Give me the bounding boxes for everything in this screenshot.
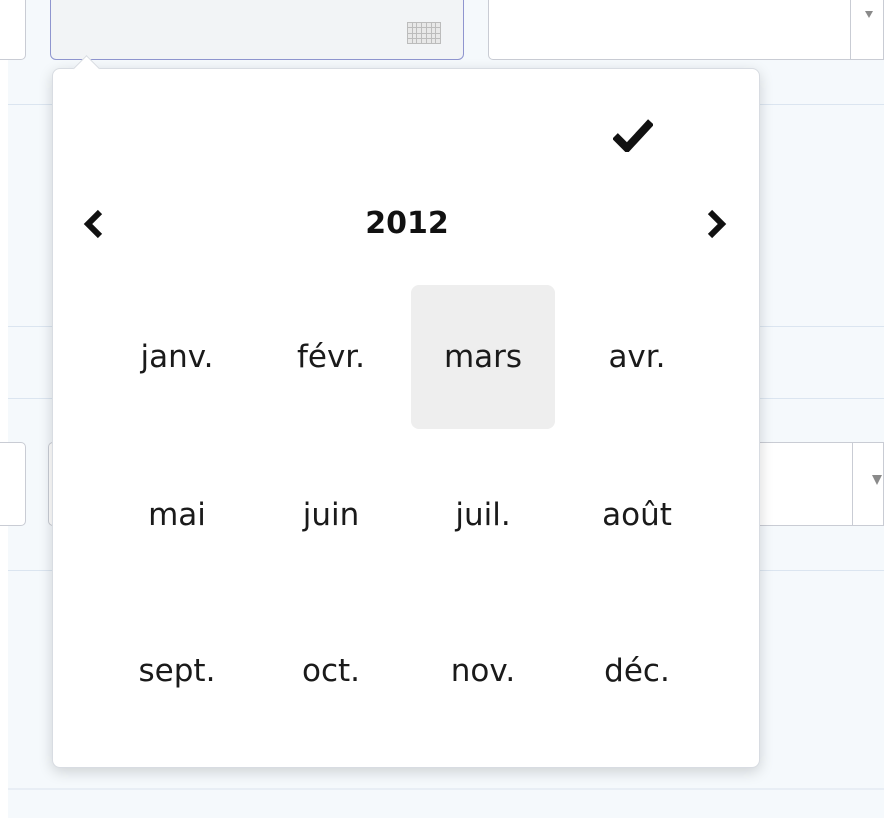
chevron-right-icon <box>707 209 727 239</box>
month-september[interactable]: sept. <box>105 599 249 743</box>
partial-left-field[interactable] <box>0 442 26 526</box>
select-field[interactable] <box>488 0 884 60</box>
date-input[interactable] <box>50 0 464 60</box>
calendar-icon[interactable] <box>407 22 441 44</box>
next-year-button[interactable] <box>697 207 735 241</box>
month-november[interactable]: nov. <box>411 599 555 743</box>
month-october[interactable]: oct. <box>259 599 403 743</box>
month-december[interactable]: déc. <box>565 599 709 743</box>
month-january[interactable]: janv. <box>105 285 249 429</box>
chevron-down-icon[interactable] <box>872 475 882 485</box>
month-june[interactable]: juin <box>259 443 403 587</box>
month-february[interactable]: févr. <box>259 285 403 429</box>
previous-year-button[interactable] <box>75 207 113 241</box>
select-divider <box>850 0 851 59</box>
year-label: 2012 <box>365 206 449 241</box>
month-march[interactable]: mars <box>411 285 555 429</box>
chevron-left-icon <box>83 209 103 239</box>
month-august[interactable]: août <box>565 443 709 587</box>
months-grid: janv. févr. mars avr. mai juin juil. aoû… <box>105 285 709 747</box>
check-icon <box>613 119 653 152</box>
month-april[interactable]: avr. <box>565 285 709 429</box>
partial-left-field[interactable] <box>0 0 26 60</box>
confirm-button[interactable] <box>611 113 655 157</box>
chevron-down-icon[interactable] <box>865 11 873 18</box>
select-divider <box>852 442 853 526</box>
month-july[interactable]: juil. <box>411 443 555 587</box>
month-picker-popup: 2012 janv. févr. mars avr. mai juin juil… <box>52 68 760 768</box>
month-may[interactable]: mai <box>105 443 249 587</box>
select-field[interactable] <box>740 442 884 526</box>
row-divider <box>8 788 884 790</box>
